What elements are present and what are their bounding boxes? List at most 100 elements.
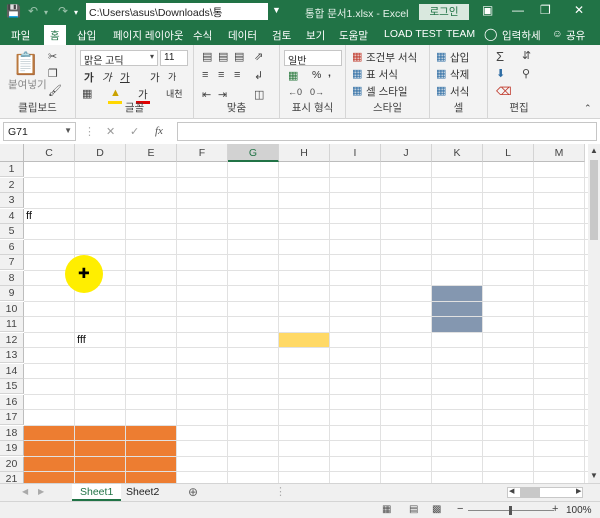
cut-icon[interactable]: ✂ [48,50,57,63]
tab-page-layout[interactable]: 페이지 레이아웃 [113,28,184,43]
format-painter-icon[interactable]: 🖌 [48,84,62,97]
sheet-tab-sheet2[interactable]: Sheet2 [118,484,167,501]
row-header-13[interactable]: 13 [0,348,24,363]
align-bottom-icon[interactable]: ▤ [234,50,244,63]
font-name-combo[interactable]: 맑은 고딕 [80,50,158,66]
scroll-right-icon[interactable]: ▶ [576,487,581,495]
undo-dropdown-icon[interactable]: ▾ [44,8,48,17]
align-center-icon[interactable]: ≡ [218,69,224,81]
align-left-icon[interactable]: ≡ [202,69,208,81]
tab-formulas[interactable]: 수식 [193,28,212,43]
paste-icon[interactable]: 📋 [12,51,39,77]
filled-cell-h12[interactable] [279,332,330,348]
decrease-decimal-icon[interactable]: 0→ [310,87,324,97]
name-box[interactable]: G71 ▼ [3,122,76,141]
fill-icon[interactable]: ⬇ [496,67,505,80]
tab-insert[interactable]: 삽입 [77,28,96,43]
row-header-7[interactable]: 7 [0,255,24,270]
row-header-2[interactable]: 2 [0,177,24,193]
orientation-icon[interactable]: ⇗ [254,50,263,63]
row-header-19[interactable]: 19 [0,441,24,456]
column-header-j[interactable]: J [381,144,432,162]
column-header-c[interactable]: C [24,144,75,162]
vertical-scroll-thumb[interactable] [590,160,598,240]
file-path-field[interactable]: C:\Users\asus\Downloads\통 [86,3,268,20]
vertical-scrollbar[interactable]: ▲ ▼ [588,144,600,483]
scroll-down-icon[interactable]: ▼ [590,471,598,480]
horizontal-scrollbar[interactable] [507,487,583,498]
align-middle-icon[interactable]: ▤ [218,50,228,63]
phonetic-button[interactable]: 내천 [166,87,183,100]
fill-color-icon[interactable]: ▲ [110,87,121,99]
row-header-6[interactable]: 6 [0,239,24,255]
next-sheet-icon[interactable]: ▶ [38,487,44,496]
formula-input[interactable] [177,122,597,141]
row-header-14[interactable]: 14 [0,363,24,379]
normal-view-icon[interactable]: ▦ [382,504,391,515]
row-header-12[interactable]: 12 [0,332,24,348]
sheet-tab-splitter-icon[interactable]: ⋮ [275,485,286,498]
wrap-text-icon[interactable]: ↲ [254,69,263,82]
row-header-16[interactable]: 16 [0,394,24,410]
percent-button[interactable]: % [312,69,321,81]
save-icon[interactable]: 💾 [6,4,21,18]
tab-load-test[interactable]: LOAD TEST [384,28,442,40]
filled-cell-k9-k11[interactable] [432,286,483,333]
tab-home[interactable]: 홈 [44,25,66,45]
delete-cells-button[interactable]: 삭제 [450,67,469,82]
minimize-icon[interactable]: — [512,3,524,17]
paste-button[interactable]: 붙여넣기 [8,77,47,92]
font-size-combo[interactable]: 11 [160,50,188,66]
row-header-17[interactable]: 17 [0,410,24,425]
restore-icon[interactable]: ❐ [540,3,551,17]
row-header-8[interactable]: 8 [0,270,24,286]
grow-font-button[interactable]: 가 [150,70,160,85]
horizontal-scroll-thumb[interactable] [520,488,540,497]
scroll-left-icon[interactable]: ◀ [509,487,514,495]
scroll-up-icon[interactable]: ▲ [590,146,598,155]
cell-styles-button[interactable]: 셀 스타일 [366,84,408,99]
zoom-slider-thumb[interactable] [509,506,512,515]
login-button[interactable]: 로그인 [419,4,469,20]
tab-file[interactable]: 파일 [11,28,30,43]
row-header-18[interactable]: 18 [0,425,24,441]
worksheet-grid[interactable]: C D E F G H I J K L M 1 2 3 4 5 6 7 8 9 10 11 12 13 14 15 16 17 18 19… [0,144,588,483]
column-header-e[interactable]: E [126,144,177,162]
format-cells-button[interactable]: 서식 [450,84,469,99]
share-button[interactable]: 공유 [566,28,585,43]
row-header-3[interactable]: 3 [0,193,24,208]
underline-button[interactable]: 가 [120,70,130,85]
cell-d12[interactable]: fff [77,334,86,346]
row-header-21[interactable]: 21 [0,472,24,483]
select-all-corner[interactable] [0,144,24,162]
tab-review[interactable]: 검토 [272,28,291,43]
insert-function-button[interactable]: fx [155,125,163,137]
comma-button[interactable]: , [328,67,331,79]
align-right-icon[interactable]: ≡ [234,69,240,81]
name-box-dropdown-icon[interactable]: ▼ [64,126,72,135]
format-as-table-button[interactable]: 표 서식 [366,67,398,82]
zoom-in-icon[interactable]: + [552,503,558,515]
prev-sheet-icon[interactable]: ◀ [22,487,28,496]
row-header-4[interactable]: 4 [0,208,24,224]
zoom-out-icon[interactable]: − [457,503,463,515]
number-format-combo[interactable]: 일반 [284,50,342,66]
row-header-20[interactable]: 20 [0,456,24,472]
page-layout-view-icon[interactable]: ▤ [409,504,418,515]
tab-view[interactable]: 보기 [306,28,325,43]
tab-help[interactable]: 도움말 [339,28,368,43]
cancel-entry-icon[interactable]: ✕ [106,125,115,138]
conditional-format-button[interactable]: 조건부 서식 [366,50,417,65]
path-dropdown-icon[interactable]: ▼ [272,5,281,15]
clear-icon[interactable]: ⌫ [496,85,512,98]
find-select-icon[interactable]: ⚲ [522,67,530,80]
tab-team[interactable]: TEAM [446,28,475,40]
accounting-format-icon[interactable]: ▦ [288,69,298,82]
align-top-icon[interactable]: ▤ [202,50,212,63]
bold-button[interactable]: 가 [84,70,94,85]
column-header-m[interactable]: M [534,144,585,162]
italic-button[interactable]: 가 [102,70,112,85]
shrink-font-button[interactable]: 가 [168,70,176,83]
tab-data[interactable]: 데이터 [228,28,257,43]
row-header-11[interactable]: 11 [0,317,24,332]
